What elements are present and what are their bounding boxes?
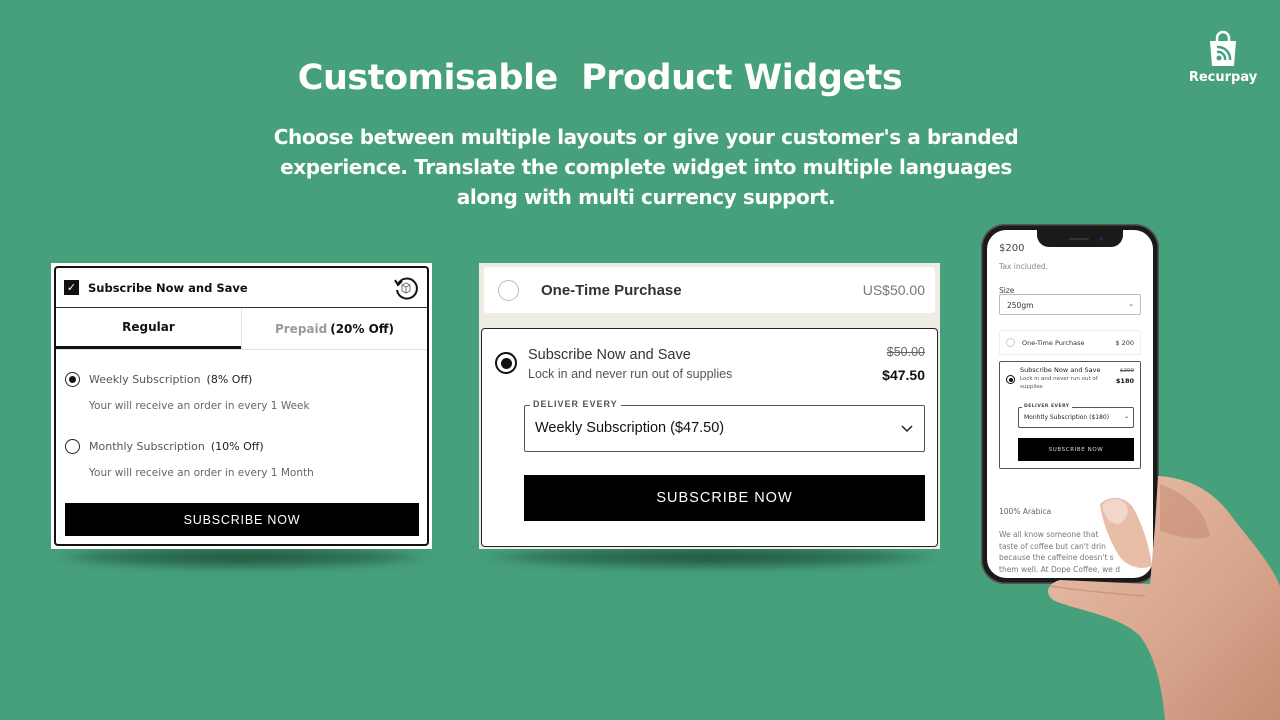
subscribe-header[interactable]: ✓ Subscribe Now and Save [56,268,427,308]
one-time-label: One-Time Purchase [541,281,682,299]
widget-tabs-layout: ✓ Subscribe Now and Save Regular Prepaid… [51,263,432,549]
phone-subscribe-now-button[interactable]: SUBSCRIBE NOW [1018,438,1134,461]
phone-one-time-label: One-Time Purchase [1022,338,1085,347]
page-title: Customisable Product Widgets [297,58,903,98]
subscribe-title: Subscribe Now and Save [528,347,691,363]
phone-discounted-price: $180 [1115,377,1134,385]
radio-monthly[interactable] [65,439,80,454]
one-time-purchase-option[interactable]: One-Time Purchase US$50.00 [484,267,935,313]
phone-original-price: $200 [1120,368,1134,374]
subscription-refresh-box-icon [394,277,418,300]
tax-note: Tax included. [999,262,1049,271]
phone-deliver-every-value: Monhtly Subscription ($180) [1024,414,1110,421]
camera [1099,237,1103,241]
phone-one-time-option[interactable]: One-Time Purchase $ 200 [999,330,1141,355]
subscribe-checkbox[interactable]: ✓ [64,280,79,295]
speaker [1069,238,1089,240]
discounted-price: $47.50 [882,367,925,383]
brand-logo: Recurpay [1188,30,1258,85]
phone-one-time-price: $ 200 [1115,338,1134,347]
tab-prepaid-discount: (20% Off) [330,321,395,336]
subscribe-option-card[interactable]: Subscribe Now and Save Lock in and never… [481,328,938,547]
phone-notch [1037,230,1123,247]
radio-subscribe[interactable] [495,352,517,374]
brand-name: Recurpay [1188,70,1258,85]
phone-subscribe-option[interactable]: Subscribe Now and Save Lock in and never… [999,361,1141,469]
original-price: $50.00 [886,345,925,359]
tab-prepaid[interactable]: Prepaid (20% Off) [241,308,427,349]
size-value: 250gm [1007,301,1034,310]
phone-subscribe-title: Subscribe Now and Save [1020,366,1101,374]
page-subtitle: Choose between multiple layouts or give … [273,125,1019,209]
radio-weekly[interactable] [65,372,80,387]
size-select[interactable]: 250gm ⌄ [999,294,1141,315]
tab-regular[interactable]: Regular [56,308,241,349]
widget-card-layout: One-Time Purchase US$50.00 Subscribe Now… [479,263,940,549]
option-weekly-description: Your will receive an order in every 1 We… [89,400,310,412]
subscribe-now-button[interactable]: SUBSCRIBE NOW [65,503,419,536]
chevron-down-icon: ⌄ [1128,300,1134,308]
subscribe-now-button[interactable]: SUBSCRIBE NOW [524,475,925,521]
option-weekly[interactable]: Weekly Subscription (8% Off) [65,372,252,387]
one-time-price: US$50.00 [862,282,925,298]
hand-image [1048,476,1280,720]
option-weekly-discount: (8% Off) [206,373,253,386]
deliver-every-label: DELIVER EVERY [530,399,621,409]
phone-radio-one-time[interactable] [1006,338,1015,347]
option-monthly-discount: (10% Off) [210,440,264,453]
phone-deliver-every-select[interactable]: DELIVER EVERY Monhtly Subscription ($180… [1018,404,1134,428]
chevron-down-icon: ⌄ [1123,413,1129,420]
phone-subscribe-description: Lock in and never run out of supplies [1020,376,1098,390]
deliver-every-select[interactable]: DELIVER EVERY Weekly Subscription ($47.5… [524,399,925,452]
phone-radio-subscribe[interactable] [1006,375,1015,384]
shopping-bag-feed-icon [1210,30,1236,66]
radio-one-time[interactable] [498,279,519,301]
plan-tabs: Regular Prepaid (20% Off) [56,308,427,350]
tab-regular-label: Regular [122,320,175,334]
option-weekly-name: Weekly Subscription [89,373,201,386]
option-monthly[interactable]: Monthly Subscription (10% Off) [65,439,264,454]
option-monthly-name: Monthly Subscription [89,440,205,453]
chevron-down-icon [901,425,913,433]
option-monthly-description: Your will receive an order in every 1 Mo… [89,467,314,479]
phone-deliver-every-label: DELIVER EVERY [1022,404,1072,409]
subscribe-description: Lock in and never run out of supplies [528,367,733,381]
deliver-every-value: Weekly Subscription ($47.50) [535,420,725,436]
subscribe-header-label: Subscribe Now and Save [88,280,248,295]
tab-prepaid-label: Prepaid [274,321,328,336]
product-price: $200 [999,243,1025,254]
